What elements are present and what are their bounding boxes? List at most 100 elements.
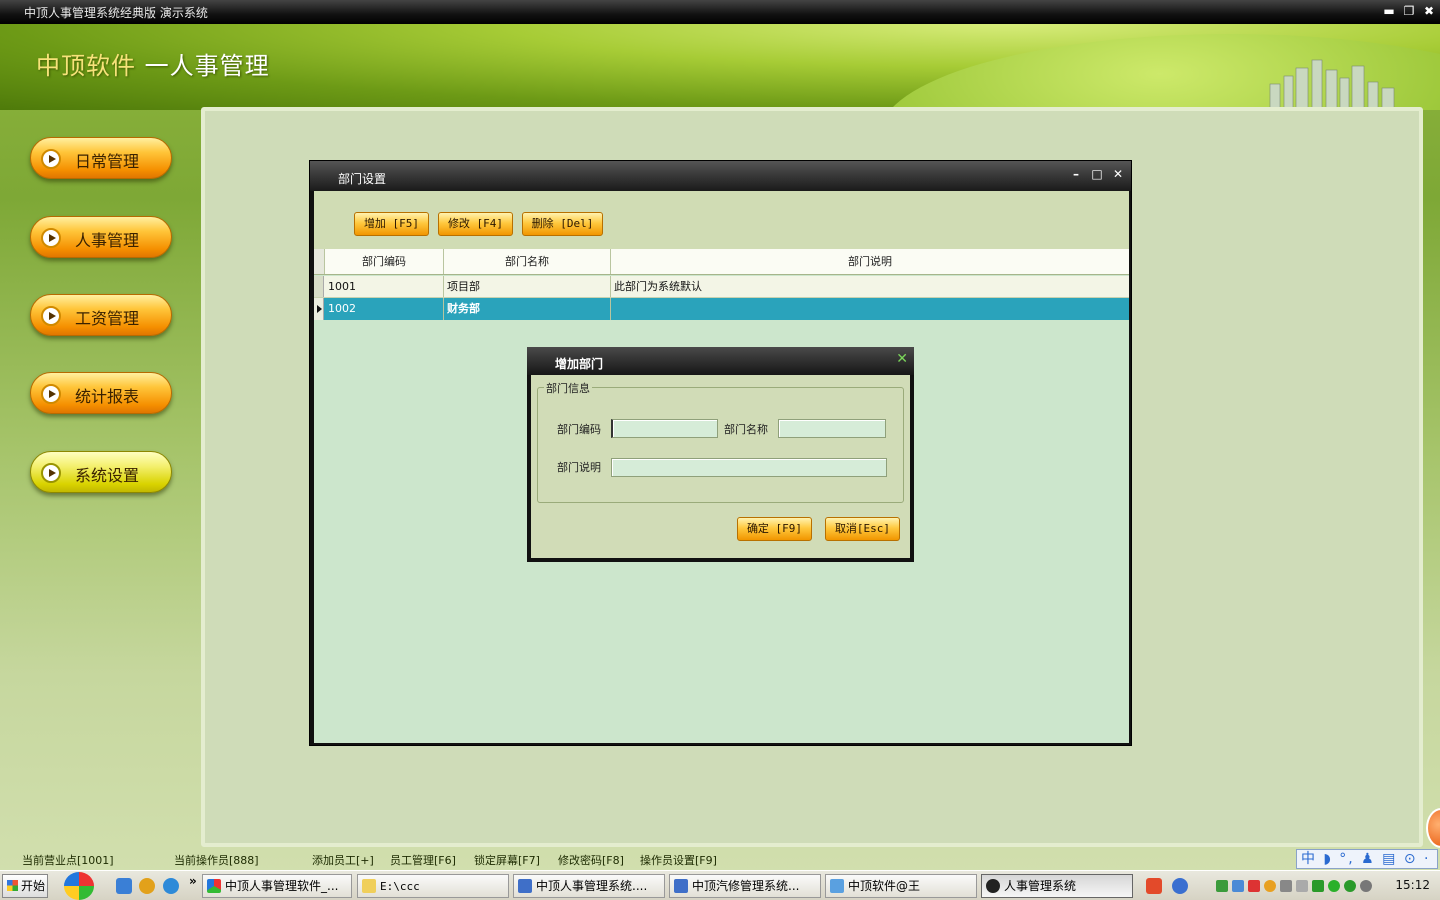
nav-label: 日常管理 [75,152,140,171]
edit-button[interactable]: 修改 [F4] [438,212,513,236]
add-dept-dialog: 增加部门 ✕ 部门信息 部门编码 部门名称 部门说明 确定 [F9] 取消[Es… [527,347,914,562]
app-header: 中顶软件 一人事管理 [0,24,1440,110]
security-icon[interactable] [1248,880,1260,892]
word-doc-icon [518,879,532,893]
nav-personnel-management[interactable]: 人事管理 [30,216,172,258]
volume-icon[interactable] [1280,880,1292,892]
settings-icon[interactable] [1360,880,1372,892]
taskbar-item-chat[interactable]: 中顶软件@王 [825,874,977,898]
dialog-title: 增加部门 [555,357,604,371]
play-circle-icon [41,149,61,169]
confirm-button[interactable]: 确定 [F9] [737,517,812,541]
group-legend: 部门信息 [544,380,592,396]
table-row-selected[interactable]: 1002 财务部 [314,298,1129,320]
app-title: 中顶人事管理系统经典版 演示系统 [24,6,208,20]
close-icon[interactable]: ✖ [1420,2,1438,20]
cancel-button[interactable]: 取消[Esc] [825,517,900,541]
qq-tray-icon[interactable] [1264,880,1276,892]
desktop-icon[interactable] [116,878,132,894]
taskbar-item-folder[interactable]: E:\ccc [357,874,509,898]
task-label: 中顶人事管理系统.... [536,879,648,893]
brand-main: 中顶软件 [36,52,136,80]
task-label: 人事管理系统 [1004,879,1077,893]
shield-icon[interactable] [1312,880,1324,892]
nav-salary-management[interactable]: 工资管理 [30,294,172,336]
nav-statistics-reports[interactable]: 统计报表 [30,372,172,414]
system-tray: 15:12 [1192,874,1438,898]
nav-label: 人事管理 [75,231,140,250]
cell-code: 1002 [325,298,444,320]
cell-name: 项目部 [444,276,611,297]
ie-browser-icon[interactable] [163,878,179,894]
task-label: E:\ccc [380,880,420,893]
tray-icon[interactable] [1216,880,1228,892]
cell-name: 财务部 [444,298,611,320]
column-header-code[interactable]: 部门编码 [325,249,444,274]
minimize-icon[interactable]: – [1068,167,1084,181]
name-label: 部门名称 [724,423,768,436]
add-button[interactable]: 增加 [F5] [354,212,429,236]
change-password-link[interactable]: 修改密码[F8] [558,852,624,868]
dept-info-group: 部门信息 部门编码 部门名称 部门说明 [537,380,904,503]
pen-icon[interactable] [1146,878,1162,894]
dept-name-input[interactable] [778,419,886,438]
cell-desc: 此部门为系统默认 [614,280,702,293]
taskbar-item-word-hr[interactable]: 中顶人事管理系统.... [513,874,665,898]
employee-management-link[interactable]: 员工管理[F6] [390,852,456,868]
column-header-desc[interactable]: 部门说明 [611,249,1129,274]
dept-window-title: 部门设置 [338,172,387,186]
start-button[interactable]: 开始 [2,874,48,898]
qq-icon[interactable] [139,878,155,894]
cell-code: 1001 [325,276,444,297]
nav-daily-management[interactable]: 日常管理 [30,137,172,179]
taskbar-item-word-car[interactable]: 中顶汽修管理系统... [669,874,821,898]
operator-settings-link[interactable]: 操作员设置[F9] [640,852,717,868]
antivirus-icon[interactable] [1328,880,1340,892]
city-skyline-icon [1269,59,1395,110]
dept-code-input[interactable] [611,419,718,438]
code-label: 部门编码 [557,423,601,436]
nav-label: 统计报表 [75,387,140,406]
desc-label: 部门说明 [557,461,601,474]
close-icon[interactable]: ✕ [1110,167,1126,181]
row-indicator [314,276,324,297]
dept-window-titlebar[interactable]: 部门设置 – □ ✕ [310,161,1131,191]
minimize-icon[interactable]: ▬ [1380,2,1398,20]
tray-icon[interactable] [1296,880,1308,892]
play-circle-icon [41,306,61,326]
grid-header-row: 部门编码 部门名称 部门说明 [314,249,1129,275]
ime-toolbar[interactable]: 中 ◗ °, ♟ ▤ ⊙ · [1296,849,1438,869]
clock[interactable]: 15:12 [1395,878,1430,892]
dialog-body: 部门信息 部门编码 部门名称 部门说明 确定 [F9] 取消[Esc] [531,375,910,558]
nav-label: 系统设置 [75,466,140,485]
quicklaunch-more-icon[interactable]: » [189,874,197,888]
close-icon[interactable]: ✕ [896,351,908,367]
taskbar-item-hr-system[interactable]: 人事管理系统 [981,874,1133,898]
taskbar-item-hr-software[interactable]: 中顶人事管理软件_... [202,874,352,898]
add-employee-link[interactable]: 添加员工[+] [312,852,374,868]
task-label: 中顶人事管理软件_... [225,879,339,893]
lock-screen-link[interactable]: 锁定屏幕[F7] [474,852,540,868]
user-icon [986,879,1000,893]
colorful-logo-icon[interactable] [64,872,94,900]
dialog-titlebar[interactable]: 增加部门 ✕ [527,347,914,375]
maximize-icon[interactable]: □ [1089,167,1105,181]
app-icon [207,879,221,893]
dept-desc-input[interactable] [611,458,887,477]
column-header-name[interactable]: 部门名称 [444,249,611,274]
nav-system-settings[interactable]: 系统设置 [30,451,172,493]
table-row[interactable]: 1001 项目部 此部门为系统默认 [314,276,1129,298]
plus-icon[interactable] [1344,880,1356,892]
dept-toolbar: 增加 [F5] 修改 [F4] 删除 [Del] [314,191,1129,249]
task-label: 中顶软件@王 [848,879,921,893]
delete-button[interactable]: 删除 [Del] [522,212,603,236]
play-circle-icon [41,384,61,404]
orange-ball-decoration [1426,808,1440,848]
grid-corner-icon[interactable] [314,249,325,274]
network-icon[interactable] [1232,880,1244,892]
restore-icon[interactable]: ❐ [1400,2,1418,20]
help-icon[interactable] [1172,878,1188,894]
task-label: 中顶汽修管理系统... [692,879,800,893]
folder-icon [362,879,376,893]
cell-desc [611,298,1129,320]
